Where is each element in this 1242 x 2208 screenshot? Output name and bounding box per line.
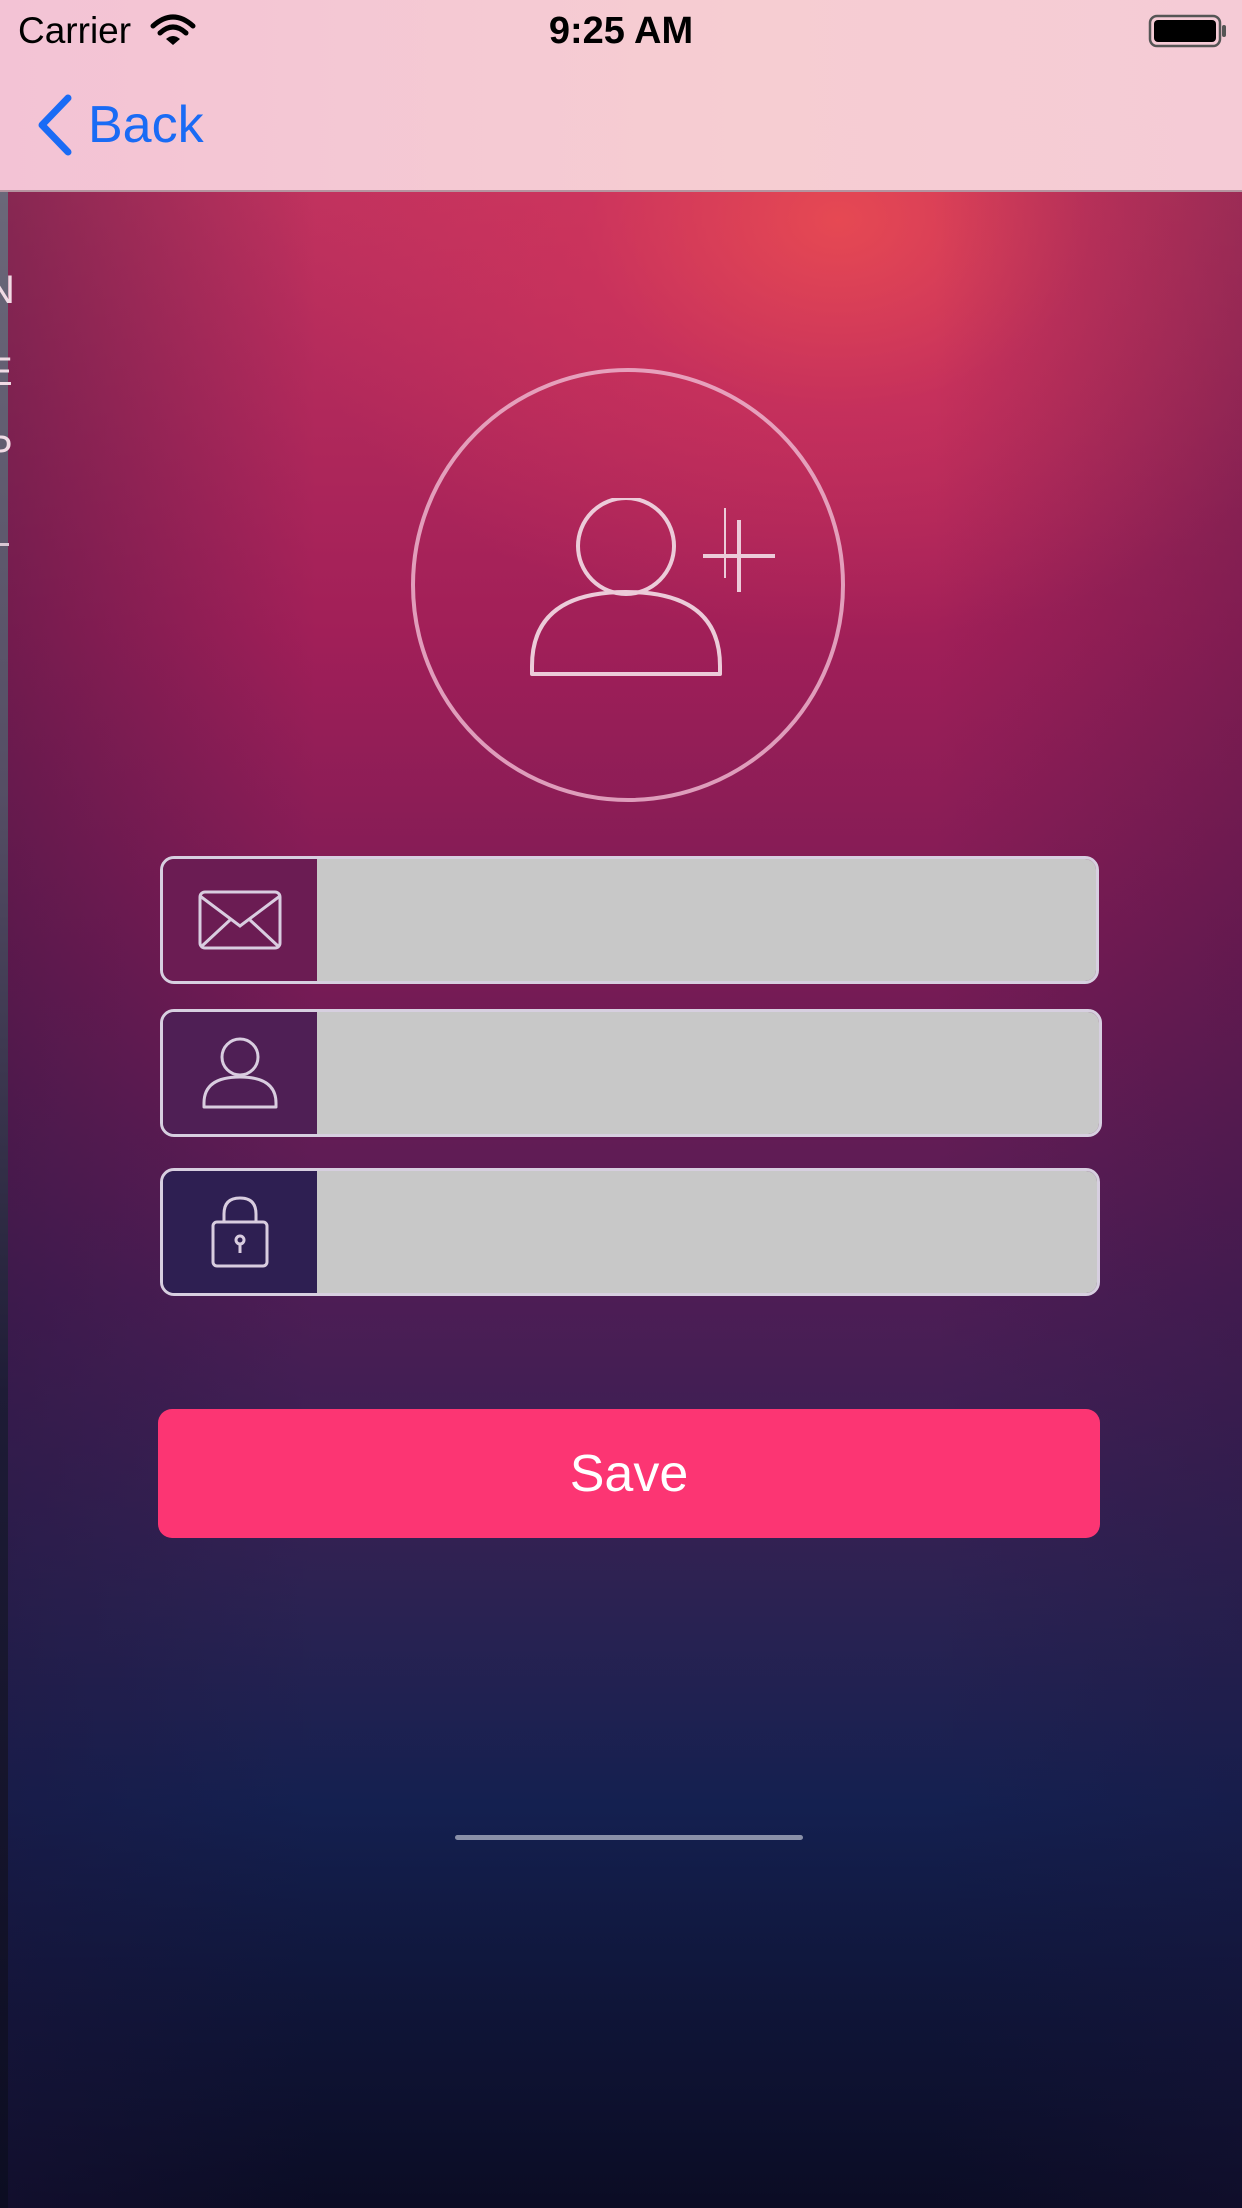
side-menu-divider	[0, 543, 9, 546]
username-input[interactable]	[317, 1012, 1099, 1134]
plus-icon	[703, 520, 775, 592]
user-icon	[202, 1037, 278, 1109]
password-icon-box	[163, 1171, 317, 1293]
back-label: Back	[88, 96, 204, 154]
add-user-icon	[530, 498, 726, 676]
username-field	[160, 1009, 1102, 1137]
home-indicator	[455, 1835, 803, 1840]
battery-full-icon	[1148, 14, 1226, 48]
register-screen: N E P Carrier 9:25 AM Back	[0, 0, 1242, 2208]
username-icon-box	[163, 1012, 317, 1134]
email-icon-box	[163, 859, 317, 981]
side-menu-peek-letter: E	[0, 350, 15, 395]
email-input[interactable]	[317, 859, 1096, 981]
chevron-left-icon	[38, 94, 72, 156]
envelope-icon	[198, 890, 282, 950]
back-button[interactable]: Back	[36, 92, 204, 158]
side-menu-peek-letter: N	[0, 268, 17, 312]
password-input[interactable]	[317, 1171, 1097, 1293]
side-panel-edge	[0, 190, 8, 2208]
email-field	[160, 856, 1099, 984]
save-button[interactable]: Save	[158, 1409, 1100, 1538]
navigation-bar: Carrier 9:25 AM Back	[0, 0, 1242, 192]
lock-icon	[211, 1196, 269, 1268]
side-menu-peek-letter: P	[0, 428, 15, 473]
status-time: 9:25 AM	[548, 10, 694, 52]
password-field	[160, 1168, 1100, 1296]
add-photo-button[interactable]	[411, 368, 845, 802]
